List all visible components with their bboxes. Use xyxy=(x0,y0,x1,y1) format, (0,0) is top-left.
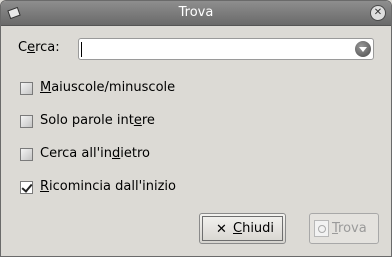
search-combo[interactable] xyxy=(78,38,374,60)
close-x-icon: ✕ xyxy=(216,222,227,237)
window-close-icon[interactable]: ✕ xyxy=(370,5,386,21)
search-input[interactable] xyxy=(83,41,347,57)
window-title: Trova xyxy=(178,5,214,20)
find-button-label: Trova xyxy=(332,221,367,236)
search-row: Cerca: xyxy=(18,38,376,60)
find-dialog: Trova ✕ Cerca: Maiuscole/minuscole Solo … xyxy=(0,0,392,257)
option-label: Solo parole intere xyxy=(40,113,155,128)
close-button-label: Chiudi xyxy=(233,221,275,236)
option-label: Ricomincia dall'inizio xyxy=(40,179,176,194)
find-button[interactable]: Trova xyxy=(309,213,379,244)
close-button[interactable]: ✕ Chiudi xyxy=(199,213,286,244)
dropdown-arrow-icon[interactable] xyxy=(355,41,371,57)
checkbox-wrap-around[interactable] xyxy=(20,181,33,194)
checkbox-match-case[interactable] xyxy=(20,82,33,95)
find-icon xyxy=(314,220,329,237)
option-label: Maiuscole/minuscole xyxy=(40,80,176,95)
title-bar[interactable]: Trova ✕ xyxy=(1,1,391,26)
checkbox-search-backwards[interactable] xyxy=(20,148,33,161)
search-label: Cerca: xyxy=(18,40,60,55)
text-cursor xyxy=(81,42,82,57)
option-label: Cerca all'indietro xyxy=(40,146,150,161)
checkbox-whole-words[interactable] xyxy=(20,115,33,128)
